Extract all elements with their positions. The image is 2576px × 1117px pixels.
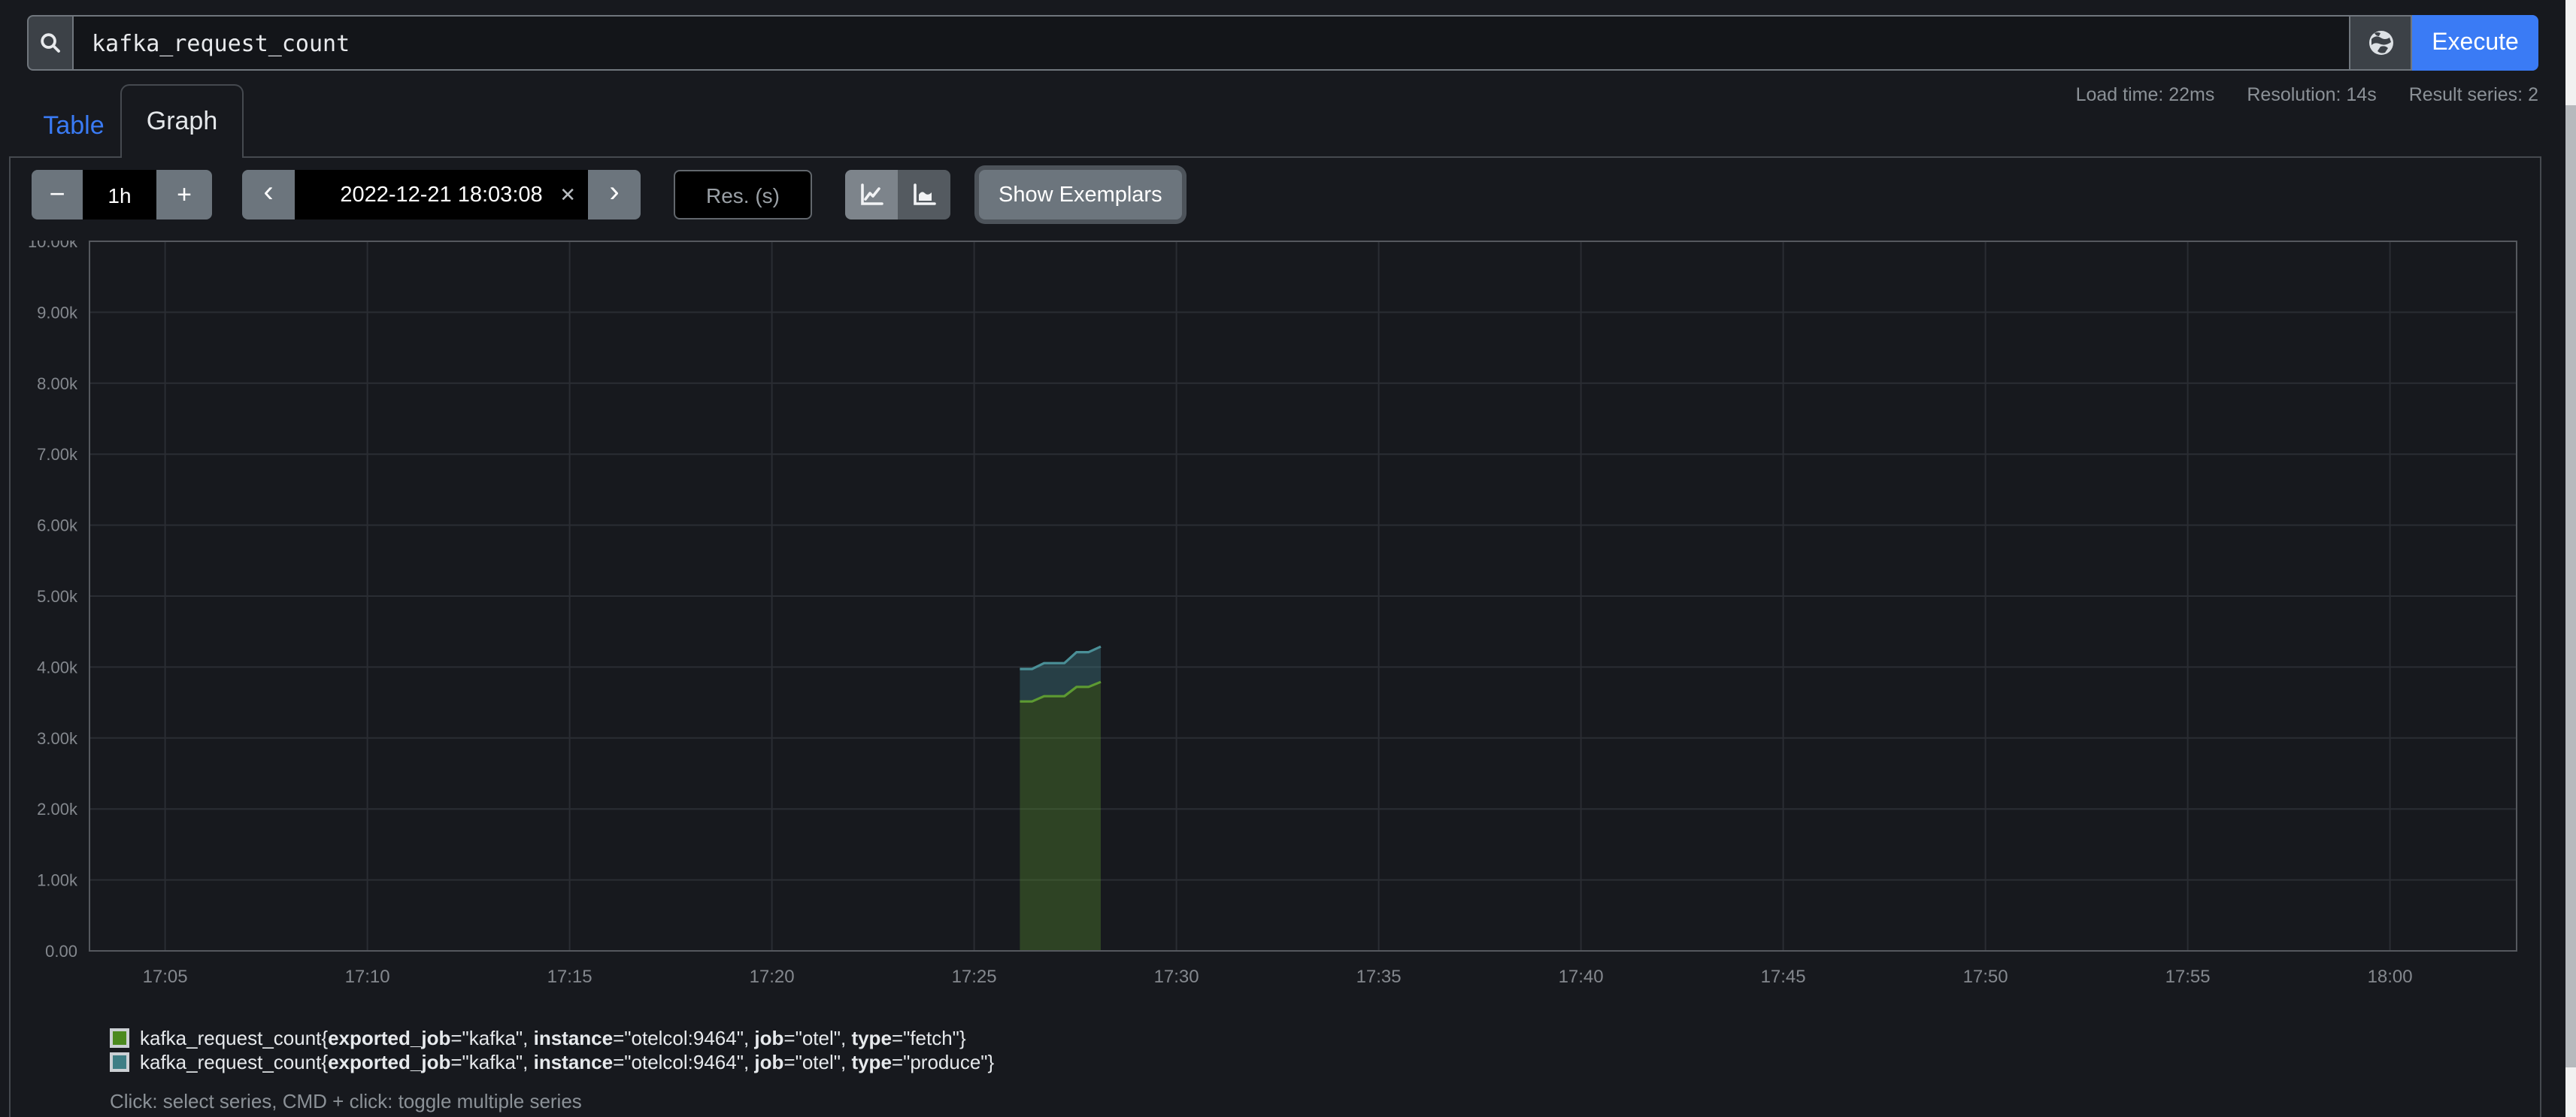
chart-type-toggle	[845, 170, 950, 219]
x-tick-label: 17:55	[2165, 967, 2211, 987]
load-time: Load time: 22ms	[2076, 84, 2215, 105]
metrics-explorer-button[interactable]	[2350, 15, 2412, 71]
page-scrollbar[interactable]	[2565, 0, 2576, 1117]
legend-item[interactable]: kafka_request_count{exported_job="kafka"…	[110, 1049, 994, 1073]
show-exemplars-button[interactable]: Show Exemplars	[979, 170, 1182, 219]
y-tick-label: 4.00k	[37, 658, 78, 677]
legend-hint: Click: select series, CMD + click: toggl…	[110, 1090, 582, 1112]
stacked-chart-icon	[911, 182, 937, 207]
end-time-value: 2022-12-21 18:03:08	[340, 183, 542, 207]
end-time-picker: ‹ 2022-12-21 18:03:08 ✕ ›	[242, 170, 641, 219]
y-tick-label: 6.00k	[37, 516, 78, 535]
graph-canvas[interactable]: 0.00 1.00k 2.00k 3.00k 4.00k 5.00k 6.00k 7.00k 8…	[11, 241, 2540, 1022]
y-tick-label: 7.00k	[37, 445, 78, 464]
result-series: Result series: 2	[2409, 84, 2538, 105]
y-tick-label: 10.00k	[28, 241, 78, 251]
end-time-input[interactable]: 2022-12-21 18:03:08 ✕	[295, 170, 588, 219]
legend-series-label: kafka_request_count{exported_job="kafka"…	[140, 1050, 994, 1073]
search-icon	[27, 15, 72, 71]
x-tick-label: 17:45	[1761, 967, 1806, 987]
x-tick-label: 17:30	[1154, 967, 1199, 987]
y-tick-label: 3.00k	[37, 729, 78, 748]
legend-swatch	[110, 1028, 129, 1047]
legend: kafka_request_count{exported_job="kafka"…	[110, 1025, 994, 1073]
y-tick-label: 0.00	[45, 942, 77, 961]
y-tick-label: 2.00k	[37, 800, 78, 819]
clear-time-icon[interactable]: ✕	[559, 183, 576, 207]
range-increase-button[interactable]: +	[156, 170, 212, 219]
range-decrease-button[interactable]: −	[32, 170, 83, 219]
line-chart-icon	[859, 182, 884, 207]
tab-graph[interactable]: Graph	[120, 84, 244, 158]
resolution-input[interactable]	[674, 170, 812, 219]
time-forward-button[interactable]: ›	[588, 170, 641, 219]
x-tick-label: 17:40	[1559, 967, 1604, 987]
x-tick-label: 17:10	[345, 967, 390, 987]
x-tick-label: 17:20	[750, 967, 795, 987]
resolution: Resolution: 14s	[2247, 84, 2376, 105]
stacked-chart-button[interactable]	[898, 170, 950, 219]
range-input[interactable]	[83, 170, 156, 219]
graph-panel: − + ‹ 2022-12-21 18:03:08 ✕ ›	[9, 156, 2541, 1117]
execute-button[interactable]: Execute	[2412, 15, 2538, 71]
x-tick-label: 17:25	[952, 967, 997, 987]
range-stepper: − +	[32, 170, 212, 219]
y-tick-label: 5.00k	[37, 587, 78, 606]
tab-table[interactable]: Table	[27, 111, 120, 141]
x-tick-label: 17:15	[547, 967, 592, 987]
x-tick-label: 17:35	[1356, 967, 1402, 987]
legend-series-label: kafka_request_count{exported_job="kafka"…	[140, 1026, 966, 1049]
y-tick-label: 9.00k	[37, 303, 78, 322]
x-tick-label: 17:05	[143, 967, 188, 987]
legend-swatch	[110, 1052, 129, 1071]
legend-item[interactable]: kafka_request_count{exported_job="kafka"…	[110, 1025, 994, 1049]
scrollbar-thumb[interactable]	[2565, 105, 2576, 1067]
line-chart-button[interactable]	[845, 170, 898, 219]
query-stats: Load time: 22ms Resolution: 14s Result s…	[2049, 84, 2538, 105]
x-tick-label: 17:50	[1963, 967, 2008, 987]
globe-icon	[2366, 29, 2395, 57]
time-back-button[interactable]: ‹	[242, 170, 295, 219]
y-tick-label: 8.00k	[37, 374, 78, 393]
area-fetch	[1020, 682, 1101, 951]
x-tick-label: 18:00	[2368, 967, 2413, 987]
y-tick-label: 1.00k	[37, 871, 78, 890]
query-input[interactable]	[72, 15, 2350, 71]
prometheus-expression-browser: Execute Load time: 22ms Resolution: 14s …	[0, 0, 2576, 1117]
query-bar: Execute	[27, 15, 2538, 71]
